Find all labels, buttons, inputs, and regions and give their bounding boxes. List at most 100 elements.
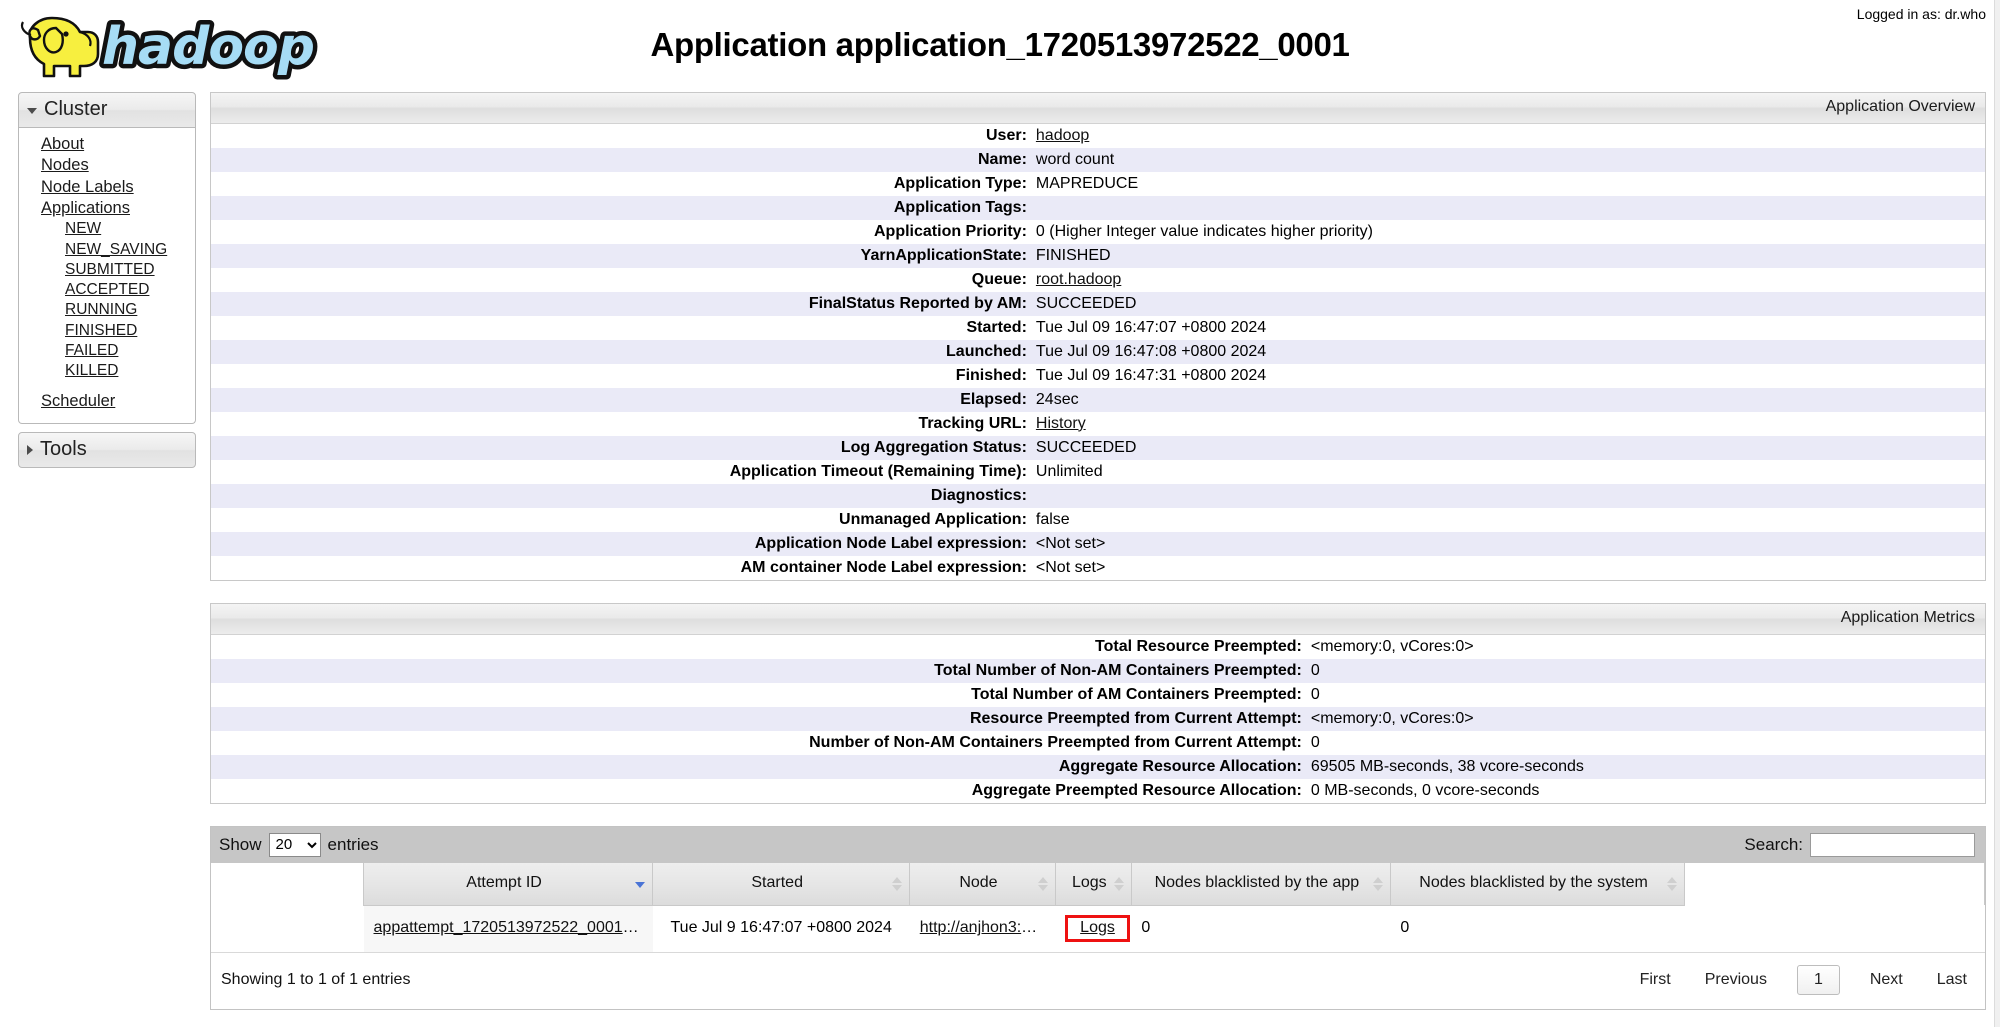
sidebar-item-node-labels[interactable]: Node Labels (19, 177, 195, 198)
attempts-length-control: Show 20 40 60 80 100 entries (219, 832, 379, 857)
cell-node[interactable]: http://anjhon3:8042 (909, 905, 1056, 953)
column-header-attempt-id[interactable]: Attempt ID (363, 863, 654, 906)
column-label: Nodes blacklisted by the system (1419, 874, 1648, 892)
column-header-started[interactable]: Started (652, 863, 911, 906)
cell-nodes-blacklisted-app: 0 (1131, 905, 1391, 953)
detail-row: Unmanaged Application: false (211, 508, 1985, 532)
entries-per-page-select[interactable]: 20 40 60 80 100 (268, 832, 321, 857)
detail-row: Log Aggregation Status: SUCCEEDED (211, 436, 1985, 460)
sidebar-item-about[interactable]: About (19, 134, 195, 155)
page-root: hadoop hadoop Application application_17… (0, 0, 2000, 1027)
application-overview-panel: Application Overview User: hadoop Name: wor… (210, 92, 1986, 581)
detail-row: Started: Tue Jul 09 16:47:07 +0800 2024 (211, 316, 1985, 340)
attempts-footer: Showing 1 to 1 of 1 entries First Previo… (211, 952, 1985, 1009)
sidebar-cluster-header[interactable]: Cluster (18, 92, 196, 128)
detail-row-label: Launched: (211, 340, 1036, 364)
detail-row-label: Unmanaged Application: (211, 508, 1036, 532)
detail-row-label: Started: (211, 316, 1036, 340)
attempts-info: Showing 1 to 1 of 1 entries (221, 970, 411, 988)
attempts-search-control: Search: (1744, 832, 1975, 857)
show-label: Show (219, 834, 262, 854)
search-input[interactable] (1810, 832, 1975, 857)
attempts-header-spacer-right (1684, 863, 1985, 905)
attempt-id-link[interactable]: appattempt_1720513972522_0001_000001 (374, 919, 653, 936)
attempts-panel: Show 20 40 60 80 100 entries Search: (210, 826, 1986, 1010)
detail-row-value: <memory:0, vCores:0> (1310, 707, 1985, 731)
detail-row-value[interactable]: root.hadoop (1035, 268, 1985, 292)
detail-row-value: <Not set> (1035, 532, 1985, 556)
column-header-logs[interactable]: Logs (1054, 863, 1132, 906)
sidebar-item-state-new[interactable]: NEW (19, 219, 195, 239)
sidebar-item-nodes[interactable]: Nodes (19, 155, 195, 176)
detail-row-label: Resource Preempted from Current Attempt: (211, 707, 1311, 731)
column-label: Started (751, 874, 803, 892)
sidebar-item-applications[interactable]: Applications (19, 198, 195, 219)
logs-highlight-box: Logs (1065, 914, 1130, 942)
detail-row-value: false (1035, 508, 1985, 532)
detail-row: Name: word count (211, 148, 1985, 172)
application-metrics-table: Total Resource Preempted: <memory:0, vCor… (211, 635, 1985, 803)
sidebar-cluster-label: Cluster (44, 98, 108, 120)
pagination-first[interactable]: First (1636, 969, 1675, 991)
sidebar-item-state-submitted[interactable]: SUBMITTED (19, 260, 195, 280)
column-header-nodes-blacklisted-app[interactable]: Nodes blacklisted by the app (1130, 863, 1391, 906)
column-header-nodes-blacklisted-system[interactable]: Nodes blacklisted by the system (1389, 863, 1686, 906)
sidebar-item-state-running[interactable]: RUNNING (19, 300, 195, 320)
column-header-node[interactable]: Node (909, 863, 1056, 906)
sort-icon (1113, 876, 1124, 892)
detail-row-value[interactable]: hadoop (1035, 124, 1985, 148)
sidebar-item-scheduler[interactable]: Scheduler (19, 391, 195, 412)
detail-row-label: Log Aggregation Status: (211, 436, 1036, 460)
pagination-page-1[interactable]: 1 (1796, 964, 1840, 995)
triangle-down-icon (27, 107, 37, 114)
detail-row-label: Name: (211, 148, 1036, 172)
detail-row-label: FinalStatus Reported by AM: (211, 292, 1036, 316)
sort-icon (1037, 876, 1048, 892)
attempts-header-row: Attempt ID Started Node Logs Nodes black… (211, 863, 1985, 906)
detail-row-value (1035, 196, 1985, 220)
table-row: appattempt_1720513972522_0001_000001Tue … (211, 905, 1985, 953)
search-label: Search: (1744, 834, 1803, 854)
sort-icon (1372, 876, 1383, 892)
detail-row-link[interactable]: root.hadoop (1036, 271, 1121, 288)
detail-row-value: MAPREDUCE (1035, 172, 1985, 196)
sidebar-tools-header[interactable]: Tools (18, 431, 196, 468)
detail-row-value: 69505 MB-seconds, 38 vcore-seconds (1310, 755, 1985, 779)
application-overview-table: User: hadoop Name: word count Application Ty… (211, 124, 1985, 580)
sidebar-item-state-new-saving[interactable]: NEW_SAVING (19, 240, 195, 260)
detail-row-value (1035, 484, 1985, 508)
pagination-last[interactable]: Last (1933, 969, 1971, 991)
detail-row-value: <Not set> (1035, 556, 1985, 580)
cell-started: Tue Jul 9 16:47:07 +0800 2024 (652, 905, 910, 953)
logs-link[interactable]: Logs (1080, 919, 1115, 936)
detail-row-label: Application Timeout (Remaining Time): (211, 460, 1036, 484)
detail-row-label: Queue: (211, 268, 1036, 292)
pagination-previous[interactable]: Previous (1701, 969, 1771, 991)
application-overview-caption: Application Overview (211, 93, 1985, 124)
detail-row: Finished: Tue Jul 09 16:47:31 +0800 2024 (211, 364, 1985, 388)
page-scrollbar[interactable] (1994, 0, 2000, 1027)
node-link[interactable]: http://anjhon3:8042 (920, 919, 1055, 936)
detail-row-label: Diagnostics: (211, 484, 1036, 508)
triangle-right-icon (27, 445, 33, 456)
logged-in-label: Logged in as: dr.who (1856, 6, 1986, 22)
detail-row-link[interactable]: hadoop (1036, 127, 1089, 144)
detail-row-value: Tue Jul 09 16:47:31 +0800 2024 (1035, 364, 1985, 388)
cell-logs[interactable]: Logs (1055, 905, 1132, 953)
sidebar-item-state-failed[interactable]: FAILED (19, 341, 195, 361)
column-label: Nodes blacklisted by the app (1154, 874, 1360, 892)
pagination-next[interactable]: Next (1866, 969, 1907, 991)
detail-row-label: Aggregate Resource Allocation: (211, 755, 1311, 779)
sidebar-cluster-body: About Nodes Node Labels Applications NEW… (18, 128, 196, 424)
detail-row-label: Aggregate Preempted Resource Allocation: (211, 779, 1311, 803)
detail-row: Aggregate Preempted Resource Allocation:… (211, 779, 1985, 803)
main-content: Application Overview User: hadoop Name: wor… (210, 92, 1986, 1010)
cell-attempt-id[interactable]: appattempt_1720513972522_0001_000001 (363, 905, 653, 953)
sidebar-item-state-finished[interactable]: FINISHED (19, 321, 195, 341)
sidebar-item-state-killed[interactable]: KILLED (19, 361, 195, 381)
sidebar-item-state-accepted[interactable]: ACCEPTED (19, 280, 195, 300)
detail-row-label: Total Number of AM Containers Preempted: (211, 683, 1311, 707)
detail-row-link[interactable]: History (1036, 415, 1086, 432)
detail-row-value[interactable]: History (1035, 412, 1985, 436)
detail-row-value: SUCCEEDED (1035, 436, 1985, 460)
